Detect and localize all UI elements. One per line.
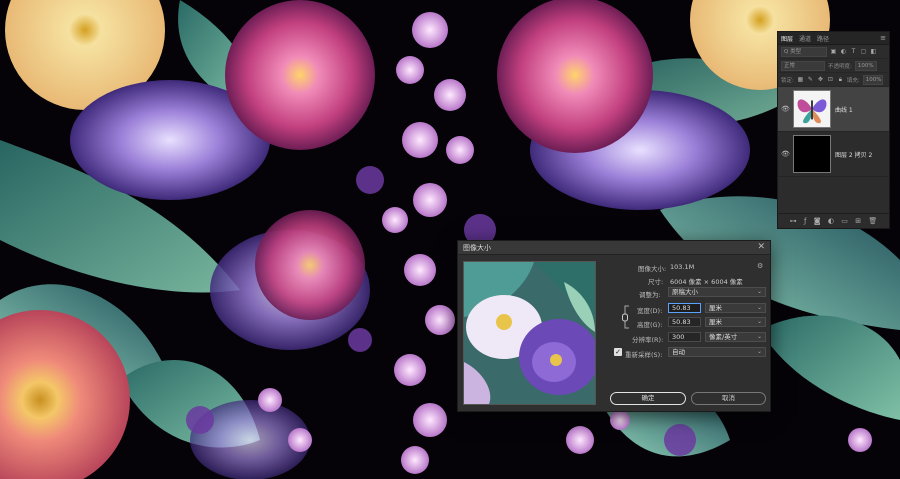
settings-gear-icon[interactable]: ⚙ [757,262,763,270]
lock-label: 锁定: [781,77,794,84]
link-layers-icon[interactable]: ⊶ [790,217,797,225]
width-unit-value: 厘米 [709,304,722,312]
resample-value: 自动 [672,348,685,356]
constrain-proportions-icon[interactable] [621,304,631,330]
opacity-input[interactable]: 100% [854,60,877,71]
height-unit-select[interactable]: 厘米 ⌄ [705,317,766,327]
new-group-icon[interactable]: ▭ [841,217,848,225]
width-input[interactable]: 50.83 [668,303,701,313]
fit-to-select[interactable]: 原稿大小 ⌄ [668,287,766,297]
fx-icon[interactable]: ƒ [804,217,806,225]
resolution-unit-value: 像素/英寸 [709,333,738,341]
eye-icon[interactable]: 👁︎ [781,105,790,113]
tab-channels[interactable]: 通道 [799,34,811,43]
layer-row-curves[interactable]: 👁︎ 曲线 1 [778,87,889,132]
blend-mode-select[interactable]: 正常 [781,60,825,71]
dimensions-value: 6004 像素 × 6004 像素 [670,278,743,286]
height-unit-value: 厘米 [709,318,722,326]
new-layer-icon[interactable]: ⊞ [855,217,861,225]
chevron-down-icon: ⌄ [756,304,762,311]
lock-move-icon[interactable]: ✥ [817,76,824,83]
lock-row: 锁定: ▦ ✎ ✥ ⊡ 🔒︎ 填充: 100% [778,73,889,87]
filter-adjust-icon[interactable]: ◐ [840,48,847,55]
image-preview[interactable] [463,261,596,405]
dialog-titlebar[interactable]: 图像大小 ✕ [458,241,770,255]
resolution-input[interactable]: 300 [668,332,701,342]
layer-name: 图层 2 拷贝 2 [835,151,873,159]
lock-brush-icon[interactable]: ✎ [807,76,814,83]
height-label: 高度(G): [637,321,663,329]
lock-pixels-icon[interactable]: ▦ [797,76,804,83]
resample-label: 重新采样(S): [625,351,663,359]
lock-artboard-icon[interactable]: ⊡ [827,76,834,83]
layer-thumbnail-curves [793,90,831,128]
layers-panel-tabs: 图层 通道 路径 [778,32,889,45]
panel-menu-icon[interactable]: ≡ [880,34,886,42]
add-mask-icon[interactable]: ◙ [814,217,821,225]
layer-thumbnail-black [793,135,831,173]
chevron-down-icon: ⌄ [756,348,762,355]
resolution-unit-select[interactable]: 像素/英寸 ⌄ [705,332,766,342]
filter-shape-icon[interactable]: ▢ [860,48,867,55]
image-size-label: 图像大小: [638,265,667,273]
fill-input[interactable]: 100% [862,74,883,85]
layer-row-layer2-copy2[interactable]: 👁︎ 图层 2 拷贝 2 [778,132,889,177]
resample-checkbox[interactable]: ✓ [614,348,622,356]
tab-paths[interactable]: 路径 [817,34,829,43]
image-size-value: 103.1M [670,263,695,271]
layer-filter-row: Q 类型 ▣ ◐ T ▢ ◧ [778,45,889,59]
chevron-down-icon: ⌄ [756,333,762,340]
layers-panel: 图层 通道 路径 ≡ Q 类型 ▣ ◐ T ▢ ◧ 正常 不透明度: 100% … [777,31,890,229]
dimensions-label: 尺寸: [648,278,664,286]
layer-filter-input[interactable]: Q 类型 [781,46,827,57]
filter-smart-icon[interactable]: ◧ [870,48,877,55]
tab-layers[interactable]: 图层 [781,34,793,43]
chevron-down-icon: ⌄ [756,318,762,325]
height-input[interactable]: 50.83 [668,317,701,327]
dialog-title: 图像大小 [463,243,491,252]
layers-panel-footer: ⊶ ƒ ◙ ◐ ▭ ⊞ 🗑︎ [778,213,889,228]
image-size-dialog: 图像大小 ✕ 图像大小: 103.1M ⚙ 尺寸: 6004 像素 × 6004… [457,240,771,412]
adjustment-layer-icon[interactable]: ◐ [828,217,834,225]
filter-type-icon[interactable]: T [850,48,857,55]
eye-icon[interactable]: 👁︎ [781,150,790,158]
blend-row: 正常 不透明度: 100% [778,59,889,73]
width-label: 宽度(D): [637,307,663,315]
fill-label: 填充: [846,77,860,84]
trash-icon[interactable]: 🗑︎ [868,217,877,225]
fit-to-label: 调整为: [639,291,661,299]
resolution-label: 分辨率(R): [632,336,664,344]
filter-pixel-icon[interactable]: ▣ [830,48,837,55]
layer-name: 曲线 1 [835,106,853,114]
fit-to-value: 原稿大小 [672,288,698,296]
close-icon[interactable]: ✕ [757,243,765,252]
ok-button[interactable]: 确定 [610,392,686,405]
chevron-down-icon: ⌄ [756,288,762,295]
lock-all-icon[interactable]: 🔒︎ [837,76,844,83]
opacity-label: 不透明度: [828,63,852,70]
resample-select[interactable]: 自动 ⌄ [668,347,766,357]
width-unit-select[interactable]: 厘米 ⌄ [705,303,766,313]
cancel-button[interactable]: 取消 [691,392,766,405]
